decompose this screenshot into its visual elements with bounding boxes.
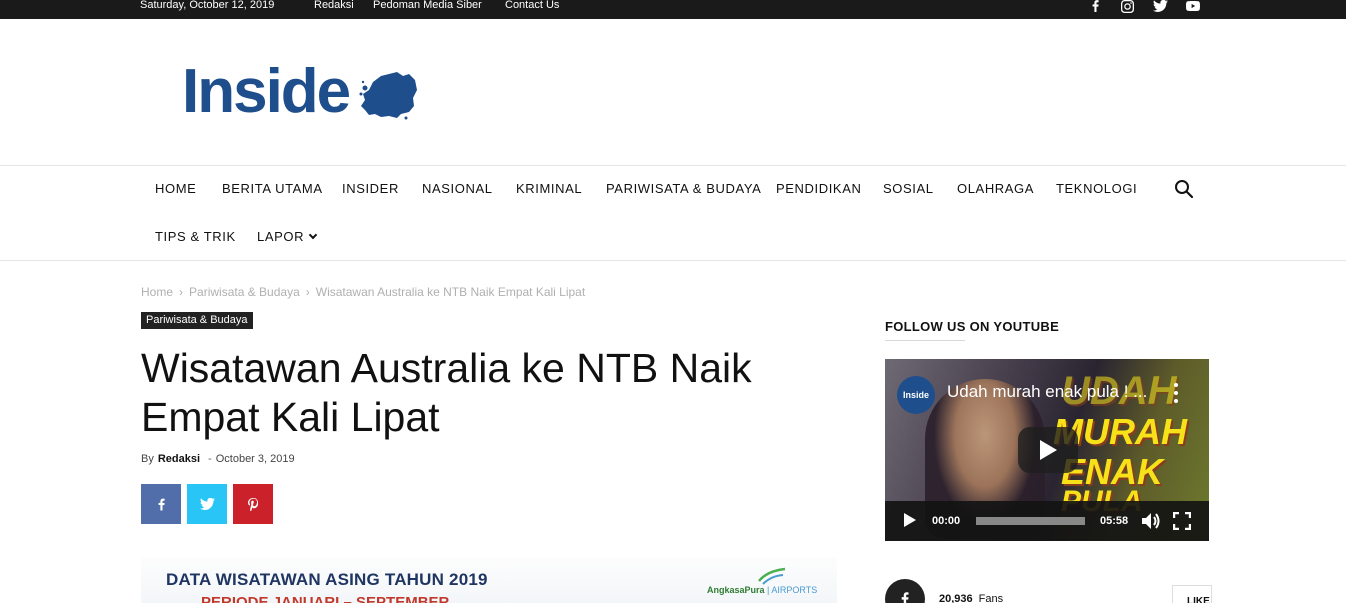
nav-item-berita-utama[interactable]: BERITA UTAMA <box>222 182 323 196</box>
current-time: 00:00 <box>932 515 961 527</box>
nav-item-pariwisata[interactable]: PARIWISATA & BUDAYA <box>606 182 761 196</box>
nav-item-pendidikan[interactable]: PENDIDIKAN <box>776 182 861 196</box>
article-meta: By Redaksi - October 3, 2019 <box>141 452 295 466</box>
image-title-text: DATA WISATAWAN ASING TAHUN 2019 <box>166 570 488 589</box>
by-label: By <box>141 453 154 465</box>
breadcrumb: Home › Pariwisata & Budaya › Wisatawan Austr… <box>141 285 585 299</box>
breadcrumb-separator: › <box>179 285 184 299</box>
logo-text: Inside <box>182 57 351 126</box>
current-date: Saturday, October 12, 2019 <box>140 0 275 11</box>
twitter-icon <box>199 498 215 510</box>
image-brand-text: AngkasaPura | AIRPORTS <box>707 585 817 595</box>
breadcrumb-category[interactable]: Pariwisata & Budaya <box>189 285 300 299</box>
article-featured-image: DATA WISATAWAN ASING TAHUN 2019 PERIODE … <box>141 557 837 603</box>
nav-item-tips-trik[interactable]: TIPS & TRIK <box>155 230 236 244</box>
nav-item-home[interactable]: HOME <box>155 182 196 196</box>
nav-item-lapor[interactable]: LAPOR <box>257 229 318 244</box>
progress-bar[interactable] <box>976 517 1085 525</box>
main-nav: HOME BERITA UTAMA INSIDER NASIONAL KRIMI… <box>0 165 1346 261</box>
topbar-link-pedoman[interactable]: Pedoman Media Siber <box>373 0 482 19</box>
lombok-island-icon <box>359 72 418 120</box>
facebook-fans-icon[interactable] <box>885 579 925 603</box>
instagram-icon[interactable] <box>1118 0 1136 13</box>
sidebar-title: FOLLOW US ON YOUTUBE <box>885 319 1060 334</box>
top-bar: Saturday, October 12, 2019 Redaksi Pedom… <box>0 0 1346 19</box>
chevron-down-icon <box>308 230 318 240</box>
twitter-icon[interactable] <box>1151 0 1169 12</box>
topbar-link-contact[interactable]: Contact Us <box>505 0 559 19</box>
topbar-link-redaksi[interactable]: Redaksi <box>314 0 354 19</box>
angkasa-pura-logo-icon <box>758 567 786 585</box>
youtube-video-player[interactable]: UDAH MURAH ENAK PULA Inside Udah murah e… <box>885 359 1209 541</box>
share-pinterest-button[interactable] <box>233 484 273 524</box>
breadcrumb-home[interactable]: Home <box>141 285 173 299</box>
video-controls: 00:00 05:58 <box>885 501 1209 541</box>
site-logo[interactable]: Inside <box>182 61 419 123</box>
image-subtitle-text: PERIODE JANUARI – SEPTEMBER <box>201 594 450 603</box>
nav-item-sosial[interactable]: SOSIAL <box>883 182 934 196</box>
meta-separator: - <box>208 453 212 465</box>
image-brand-suffix: | AIRPORTS <box>767 585 818 595</box>
share-twitter-button[interactable] <box>187 484 227 524</box>
sidebar-title-divider <box>885 340 965 341</box>
nav-item-teknologi[interactable]: TEKNOLOGI <box>1056 182 1137 196</box>
channel-avatar-label: Inside <box>902 390 929 400</box>
facebook-icon[interactable] <box>1086 0 1104 12</box>
more-options-icon[interactable] <box>1173 383 1179 403</box>
fans-count: 20,936 Fans <box>939 593 1003 603</box>
share-facebook-button[interactable] <box>141 484 181 524</box>
site-header: Inside <box>0 19 1346 165</box>
category-badge[interactable]: Pariwisata & Budaya <box>141 312 253 329</box>
search-icon[interactable] <box>1174 179 1196 201</box>
fans-number: 20,936 <box>939 593 973 603</box>
youtube-icon[interactable] <box>1184 0 1202 12</box>
breadcrumb-current: Wisatawan Australia ke NTB Naik Empat Ka… <box>315 285 586 299</box>
nav-item-nasional[interactable]: NASIONAL <box>422 182 493 196</box>
play-icon <box>1040 440 1057 460</box>
play-button[interactable] <box>1018 427 1078 473</box>
fullscreen-icon[interactable] <box>1173 512 1191 530</box>
article-date: October 3, 2019 <box>215 453 295 465</box>
nav-item-olahraga[interactable]: OLAHRAGA <box>957 182 1034 196</box>
nav-item-kriminal[interactable]: KRIMINAL <box>516 182 582 196</box>
pinterest-icon <box>248 497 258 511</box>
volume-icon[interactable] <box>1141 512 1161 530</box>
duration: 05:58 <box>1100 515 1129 527</box>
facebook-icon <box>901 592 909 603</box>
breadcrumb-separator: › <box>305 285 310 299</box>
channel-avatar[interactable]: Inside <box>897 376 935 414</box>
fans-label: Fans <box>978 593 1004 603</box>
play-icon[interactable] <box>903 512 917 528</box>
image-brand-name: AngkasaPura <box>707 585 765 595</box>
author-link[interactable]: Redaksi <box>158 453 200 465</box>
like-button[interactable]: LIKE <box>1172 585 1212 603</box>
facebook-icon <box>158 498 165 510</box>
nav-item-insider[interactable]: INSIDER <box>342 182 399 196</box>
nav-item-lapor-label: LAPOR <box>257 229 305 244</box>
article-title: Wisatawan Australia ke NTB Naik Empat Ka… <box>141 345 752 440</box>
video-title[interactable]: Udah murah enak pula ! ... <box>947 382 1147 402</box>
